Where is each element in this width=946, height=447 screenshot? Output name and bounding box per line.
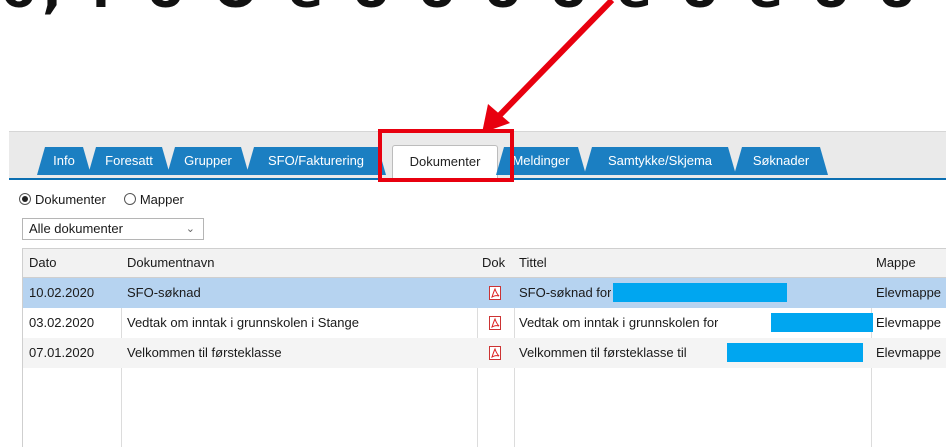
cell-dokumentnavn: SFO-søknad <box>127 285 201 300</box>
cell-mappe: Elevmappe <box>876 315 942 330</box>
document-filter-value: Alle dokumenter <box>29 221 123 236</box>
radio-dokumenter-label[interactable]: Dokumenter <box>35 192 106 207</box>
redaction-block <box>727 343 863 362</box>
tab-foresatt[interactable]: Foresatt <box>88 147 170 175</box>
cell-tittel: Vedtak om inntak i grunnskolen for <box>519 315 719 330</box>
cell-mappe: Elevmappe <box>876 345 942 360</box>
table-row[interactable]: 07.01.2020 Velkommen til førsteklasse Ve… <box>23 338 946 368</box>
chevron-down-icon: ⌄ <box>185 223 195 235</box>
tab-samtykke-skjema[interactable]: Samtykke/Skjema <box>584 147 736 175</box>
pdf-icon[interactable] <box>489 346 501 360</box>
cell-dato: 07.01.2020 <box>29 345 95 360</box>
tab-info[interactable]: Info <box>37 147 91 175</box>
table-header: Dato Dokumentnavn Dok Tittel Mappe <box>23 249 946 278</box>
documents-table: Dato Dokumentnavn Dok Tittel Mappe 10.02… <box>22 248 946 447</box>
cell-mappe: Elevmappe <box>876 285 942 300</box>
radio-mapper[interactable] <box>123 193 136 205</box>
radio-mapper-label[interactable]: Mapper <box>140 192 184 207</box>
redaction-block <box>613 283 787 302</box>
document-filter-select[interactable]: Alle dokumenter ⌄ <box>22 218 204 240</box>
pdf-icon[interactable] <box>489 316 501 330</box>
view-mode-radio-group: Dokumenter Mapper <box>19 190 202 208</box>
tab-soknader[interactable]: Søknader <box>734 147 828 175</box>
redaction-block <box>771 313 873 332</box>
column-header-tittel[interactable]: Tittel <box>519 249 547 277</box>
highlight-box <box>378 129 514 182</box>
cell-tittel: Velkommen til førsteklasse til <box>519 345 687 360</box>
column-header-dok[interactable]: Dok <box>482 249 505 277</box>
table-row[interactable]: 03.02.2020 Vedtak om inntak i grunnskole… <box>23 308 946 338</box>
tab-grupper[interactable]: Grupper <box>167 147 249 175</box>
cell-dokumentnavn: Velkommen til førsteklasse <box>127 345 282 360</box>
column-header-mappe[interactable]: Mappe <box>876 249 916 277</box>
cropped-heading-text: 6, r ö Ö e ö ö ö ö e ö e ö ö ö e ö e <box>0 0 946 20</box>
tab-sfo-fakturering[interactable]: SFO/Fakturering <box>246 147 386 175</box>
table-row[interactable]: 10.02.2020 SFO-søknad SFO-søknad for Ele… <box>23 278 946 308</box>
radio-dokumenter[interactable] <box>19 193 31 205</box>
column-header-dato[interactable]: Dato <box>29 249 56 277</box>
cell-tittel: SFO-søknad for <box>519 285 612 300</box>
column-header-dokumentnavn[interactable]: Dokumentnavn <box>127 249 214 277</box>
cell-dato: 10.02.2020 <box>29 285 95 300</box>
cell-dokumentnavn: Vedtak om inntak i grunnskolen i Stange <box>127 315 359 330</box>
cell-dato: 03.02.2020 <box>29 315 95 330</box>
pdf-icon[interactable] <box>489 286 501 300</box>
